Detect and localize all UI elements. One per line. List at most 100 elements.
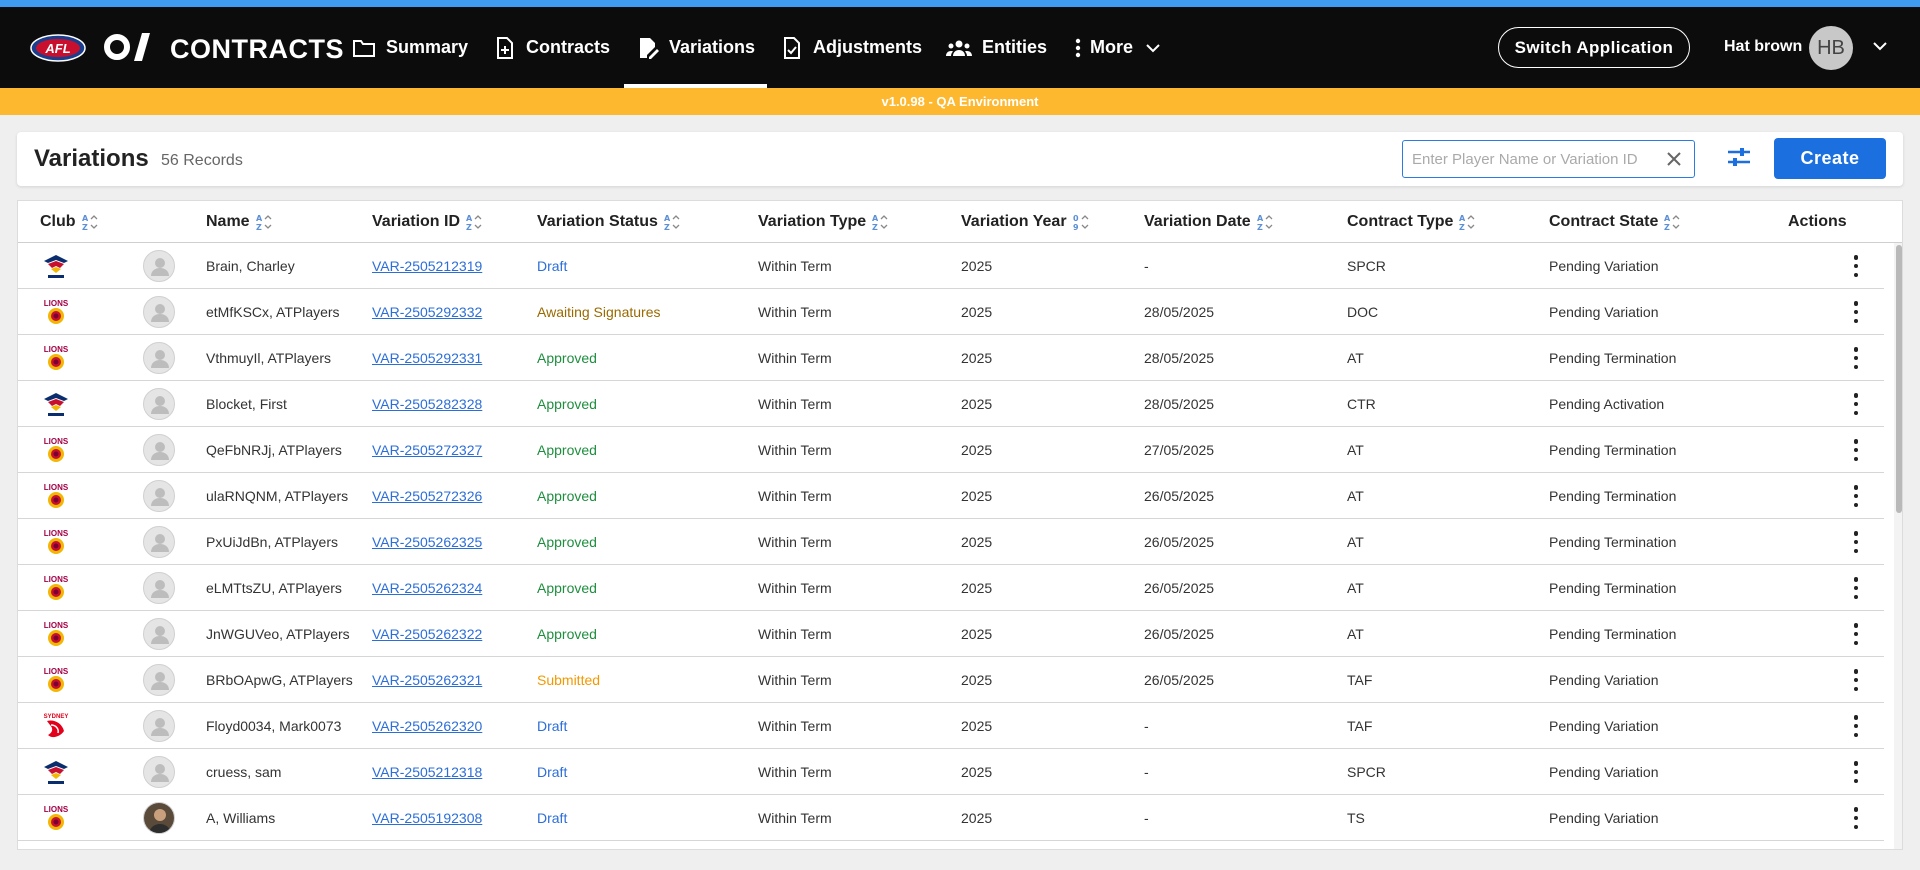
sort-icon[interactable]: AZ bbox=[255, 213, 275, 231]
cell-contract-state: Pending Variation bbox=[1549, 718, 1659, 734]
clear-icon[interactable] bbox=[1666, 151, 1682, 167]
nav-summary[interactable]: Summary bbox=[352, 7, 468, 88]
nav-contracts[interactable]: Contracts bbox=[494, 7, 610, 88]
col-variation-status[interactable]: Variation Status A Z bbox=[537, 213, 683, 231]
row-actions-menu-icon[interactable] bbox=[1850, 485, 1862, 507]
row-actions-menu-icon[interactable] bbox=[1850, 807, 1862, 829]
sort-icon[interactable]: AZ bbox=[465, 213, 485, 231]
col-club-label: Club bbox=[40, 213, 76, 230]
variation-id-link[interactable]: VAR-2505262320 bbox=[372, 718, 482, 734]
variation-id-link[interactable]: VAR-2505262321 bbox=[372, 672, 482, 688]
table-row[interactable]: LIONS eLMTtsZU, ATPlayers VAR-2505262324 Ap… bbox=[18, 565, 1884, 611]
variation-id-link[interactable]: VAR-2505262324 bbox=[372, 580, 482, 596]
row-actions-menu-icon[interactable] bbox=[1850, 301, 1862, 323]
status-badge: Approved bbox=[537, 350, 597, 366]
table-row[interactable]: LIONS VthmuyIl, ATPlayers VAR-2505292331 Ap… bbox=[18, 335, 1884, 381]
table-row[interactable]: LIONS JnWGUVeo, ATPlayers VAR-2505262322 Ap… bbox=[18, 611, 1884, 657]
table-row[interactable]: SYDNEY Floyd0034, Mark0073 VAR-2505262320 D… bbox=[18, 703, 1884, 749]
col-actions: Actions bbox=[1788, 213, 1847, 231]
row-actions-menu-icon[interactable] bbox=[1850, 577, 1862, 599]
row-actions-menu-icon[interactable] bbox=[1850, 393, 1862, 415]
col-variation-id[interactable]: Variation ID A Z bbox=[372, 213, 485, 231]
file-edit-icon bbox=[640, 37, 659, 59]
table-row[interactable]: LIONS QeFbNRJj, ATPlayers VAR-2505272327 Ap… bbox=[18, 427, 1884, 473]
variation-id-link[interactable]: VAR-2505272326 bbox=[372, 488, 482, 504]
variation-id-link[interactable]: VAR-2505212319 bbox=[372, 258, 482, 274]
cell-variation-date: 26/05/2025 bbox=[1144, 488, 1215, 504]
svg-text:Z: Z bbox=[82, 223, 88, 231]
nav-adjustments[interactable]: Adjustments bbox=[781, 7, 922, 88]
table-row[interactable]: Blocket, First VAR-2505282328 Approved With… bbox=[18, 381, 1884, 427]
variation-id-link[interactable]: VAR-2505262325 bbox=[372, 534, 482, 550]
row-actions-menu-icon[interactable] bbox=[1850, 347, 1862, 369]
table-row[interactable]: LIONS A, Williams VAR-2505192308 Draft Withi… bbox=[18, 795, 1884, 841]
col-name[interactable]: Name A Z bbox=[206, 213, 275, 231]
filter-settings-icon[interactable] bbox=[1727, 147, 1751, 167]
search-input[interactable] bbox=[1412, 150, 1652, 168]
sort-icon[interactable]: AZ bbox=[1458, 213, 1478, 231]
cell-variation-year: 2025 bbox=[961, 764, 993, 780]
status-badge: Approved bbox=[537, 534, 597, 550]
table-row[interactable]: LIONS BRbOApwG, ATPlayers VAR-2505262321 Su… bbox=[18, 657, 1884, 703]
cell-name: QeFbNRJj, ATPlayers bbox=[206, 442, 342, 458]
row-actions-menu-icon[interactable] bbox=[1850, 439, 1862, 461]
col-variation-type-label: Variation Type bbox=[758, 213, 867, 230]
row-actions-menu-icon[interactable] bbox=[1850, 669, 1862, 691]
environment-banner: v1.0.98 - QA Environment bbox=[0, 88, 1920, 115]
row-actions-menu-icon[interactable] bbox=[1850, 715, 1862, 737]
scrollbar-thumb[interactable] bbox=[1896, 245, 1902, 513]
variation-id-link[interactable]: VAR-2505212318 bbox=[372, 764, 482, 780]
player-avatar bbox=[143, 480, 175, 512]
cell-name: VthmuyIl, ATPlayers bbox=[206, 350, 332, 366]
sort-icon[interactable]: AZ bbox=[1256, 213, 1276, 231]
variation-id-link[interactable]: VAR-2505272327 bbox=[372, 442, 482, 458]
cell-contract-type: AT bbox=[1347, 350, 1364, 366]
svg-text:AFL: AFL bbox=[44, 41, 70, 56]
cell-variation-type: Within Term bbox=[758, 764, 832, 780]
nav-entities[interactable]: Entities bbox=[946, 7, 1047, 88]
table-row[interactable]: LIONS ulaRNQNM, ATPlayers VAR-2505272326 Ap… bbox=[18, 473, 1884, 519]
cell-contract-state: Pending Variation bbox=[1549, 258, 1659, 274]
sort-icon[interactable]: AZ bbox=[663, 213, 683, 231]
user-avatar[interactable]: HB bbox=[1809, 26, 1853, 70]
row-actions-menu-icon[interactable] bbox=[1850, 623, 1862, 645]
user-name[interactable]: Hat brown bbox=[1724, 38, 1802, 56]
col-variation-year[interactable]: Variation Year 0 9 bbox=[961, 213, 1092, 231]
variation-id-link[interactable]: VAR-2505292332 bbox=[372, 304, 482, 320]
sort-icon[interactable]: AZ bbox=[1663, 213, 1683, 231]
user-menu-chevron-icon[interactable] bbox=[1872, 41, 1888, 51]
table-row[interactable]: Brain, Charley VAR-2505212319 Draft Within … bbox=[18, 243, 1884, 289]
col-variation-date[interactable]: Variation Date A Z bbox=[1144, 213, 1276, 231]
create-button[interactable]: Create bbox=[1774, 138, 1886, 179]
sort-numeric-icon[interactable]: 09 bbox=[1072, 213, 1092, 231]
variation-id-link[interactable]: VAR-2505292331 bbox=[372, 350, 482, 366]
table-row[interactable]: cruess, sam VAR-2505212318 Draft Within Ter… bbox=[18, 749, 1884, 795]
row-actions-menu-icon[interactable] bbox=[1850, 531, 1862, 553]
sort-icon[interactable]: AZ bbox=[871, 213, 891, 231]
row-actions-menu-icon[interactable] bbox=[1850, 761, 1862, 783]
club-logo-lions: LIONS bbox=[42, 343, 70, 373]
col-club[interactable]: Club A Z bbox=[40, 213, 101, 231]
nav-more[interactable]: More bbox=[1074, 7, 1161, 88]
col-contract-state[interactable]: Contract State A Z bbox=[1549, 213, 1683, 231]
cell-name: Floyd0034, Mark0073 bbox=[206, 718, 342, 734]
cell-contract-type: TAF bbox=[1347, 718, 1373, 734]
table-row[interactable]: LIONS PxUiJdBn, ATPlayers VAR-2505262325 Ap… bbox=[18, 519, 1884, 565]
row-actions-menu-icon[interactable] bbox=[1850, 255, 1862, 277]
col-variation-type[interactable]: Variation Type A Z bbox=[758, 213, 891, 231]
col-contract-type[interactable]: Contract Type A Z bbox=[1347, 213, 1478, 231]
svg-text:LIONS: LIONS bbox=[44, 621, 69, 630]
variation-id-link[interactable]: VAR-2505192308 bbox=[372, 810, 482, 826]
variation-id-link[interactable]: VAR-2505262322 bbox=[372, 626, 482, 642]
sort-icon[interactable]: AZ bbox=[81, 213, 101, 231]
table-row[interactable]: LIONS etMfKSCx, ATPlayers VAR-2505292332 Aw… bbox=[18, 289, 1884, 335]
svg-text:SYDNEY: SYDNEY bbox=[44, 714, 69, 720]
cell-variation-type: Within Term bbox=[758, 488, 832, 504]
cell-contract-state: Pending Variation bbox=[1549, 810, 1659, 826]
nav-variations[interactable]: Variations bbox=[624, 7, 767, 88]
switch-application-button[interactable]: Switch Application bbox=[1498, 27, 1690, 68]
cell-variation-date: 26/05/2025 bbox=[1144, 672, 1215, 688]
variation-id-link[interactable]: VAR-2505282328 bbox=[372, 396, 482, 412]
afl-logo[interactable]: AFL bbox=[30, 34, 86, 62]
search-box[interactable] bbox=[1402, 140, 1695, 178]
